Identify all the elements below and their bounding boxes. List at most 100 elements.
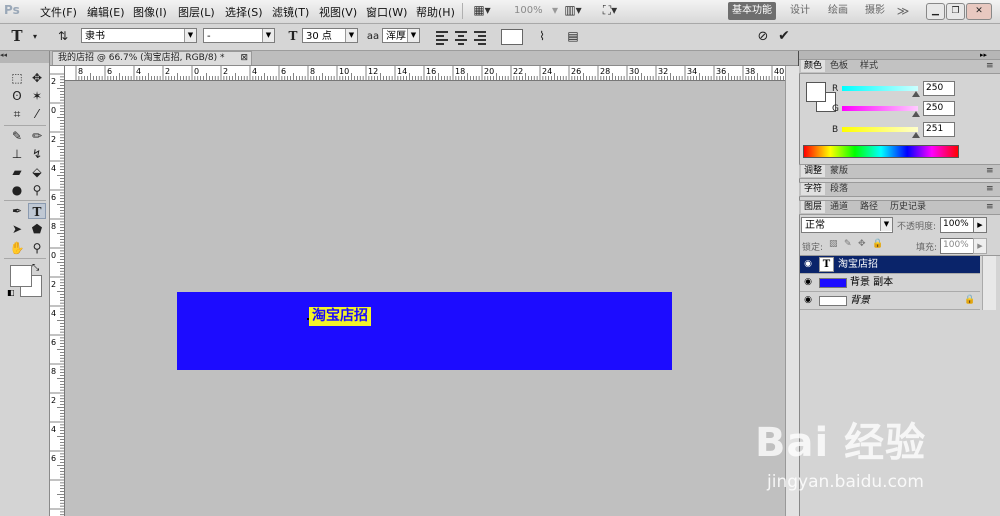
tab-adjustments[interactable]: 调整 (801, 165, 826, 177)
marquee-tool-icon[interactable]: ⬚ (8, 70, 26, 86)
panel-menu-icon[interactable]: ≡ (983, 60, 997, 72)
lasso-tool-icon[interactable]: ʘ (8, 88, 26, 104)
workspace-more-button[interactable]: ≫ (893, 2, 913, 20)
eyedropper-tool-icon[interactable]: ⁄ (28, 106, 46, 122)
zoom-level[interactable]: 100% (514, 5, 543, 16)
close-icon[interactable]: ✕ (966, 3, 992, 20)
layer-row-background-copy[interactable]: ◉ 背景 副本 (800, 274, 980, 292)
workspace-basic-button[interactable]: 基本功能 (728, 2, 776, 20)
green-slider-thumb[interactable] (912, 111, 920, 117)
lock-position-icon[interactable]: ✥ (858, 239, 866, 249)
tab-paragraph[interactable]: 段落 (827, 183, 851, 195)
panel-menu-icon[interactable]: ≡ (983, 165, 997, 177)
menu-edit[interactable]: 编辑(E) (87, 4, 125, 20)
zoom-tool-icon[interactable]: ⚲ (28, 240, 46, 256)
clone-stamp-tool-icon[interactable]: ⊥ (8, 146, 26, 162)
opacity-dropdown-icon[interactable]: ▶ (973, 217, 987, 233)
commit-edit-icon[interactable]: ✔ (775, 28, 793, 45)
panel-expand-icon[interactable]: ▸▸ (980, 51, 987, 59)
type-tool-icon[interactable]: T (28, 203, 46, 219)
font-size-select[interactable]: 30 点 ▼ (302, 28, 358, 43)
tab-channels[interactable]: 通道 (827, 201, 851, 213)
cancel-edit-icon[interactable]: ⊘ (754, 28, 772, 45)
panel-menu-icon[interactable]: ≡ (983, 201, 997, 213)
green-value-field[interactable]: 250 (923, 101, 955, 116)
lock-all-icon[interactable]: 🔒 (872, 239, 883, 249)
tab-character[interactable]: 字符 (801, 183, 826, 195)
brush-tool-icon[interactable]: ✏ (28, 128, 46, 144)
eye-icon[interactable]: ◉ (802, 295, 814, 305)
toolbox-collapse-icon[interactable]: ◂◂ (0, 51, 49, 63)
character-panel-toggle-icon[interactable]: ▤ (564, 28, 582, 45)
default-colors-icon[interactable]: ◧ (7, 288, 15, 297)
foreground-color-swatch[interactable] (10, 265, 32, 287)
screen-mode-full-icon[interactable]: ⛶▾ (600, 3, 620, 19)
blue-value-field[interactable]: 251 (923, 122, 955, 137)
menu-select[interactable]: 选择(S) (225, 4, 263, 20)
dodge-tool-icon[interactable]: ⚲ (28, 182, 46, 198)
eye-icon[interactable]: ◉ (802, 277, 814, 287)
blend-mode-select[interactable]: 正常 ▼ (801, 217, 893, 233)
banner-layer[interactable] (177, 292, 672, 370)
swap-colors-icon[interactable]: ⤡ (32, 263, 39, 273)
font-family-select[interactable]: 隶书 ▼ (81, 28, 197, 43)
layers-scrollbar[interactable] (982, 256, 996, 310)
tool-preset-dropdown-icon[interactable]: ▾ (26, 28, 44, 45)
tab-history[interactable]: 历史记录 (887, 201, 929, 213)
align-left-icon[interactable] (434, 29, 450, 45)
toggle-text-orientation-icon[interactable]: ⇅ (54, 28, 72, 45)
hand-tool-icon[interactable]: ✋ (8, 240, 26, 256)
banner-text[interactable]: 淘宝店招 (309, 307, 371, 326)
green-slider[interactable] (842, 106, 918, 111)
menu-filter[interactable]: 滤镜(T) (272, 4, 309, 20)
lock-image-icon[interactable]: ✎ (844, 239, 852, 249)
font-style-select[interactable]: - ▼ (203, 28, 275, 43)
minimize-icon[interactable]: ▁ (926, 3, 945, 20)
zoom-dropdown-icon[interactable]: ▾ (545, 3, 565, 19)
document-tab[interactable]: 我的店招 @ 66.7% (淘宝店招, RGB/8) * ⊠ (52, 51, 252, 65)
tab-layers[interactable]: 图层 (801, 201, 826, 213)
workspace-painting-button[interactable]: 绘画 (820, 2, 856, 20)
red-slider[interactable] (842, 86, 918, 91)
screen-mode-icon[interactable]: ▦▾ (472, 3, 492, 19)
close-tab-icon[interactable]: ⊠ (240, 52, 248, 65)
workspace-photography-button[interactable]: 摄影 (860, 2, 890, 20)
opacity-field[interactable]: 100% (940, 217, 974, 233)
tab-styles[interactable]: 样式 (857, 60, 881, 72)
fill-dropdown-icon[interactable]: ▶ (973, 238, 987, 254)
restore-icon[interactable]: ❐ (946, 3, 965, 20)
layer-row-text[interactable]: ◉ T 淘宝店招 (800, 256, 980, 274)
blue-slider-thumb[interactable] (912, 132, 920, 138)
menu-layer[interactable]: 图层(L) (178, 4, 215, 20)
healing-brush-tool-icon[interactable]: ✎ (8, 128, 26, 144)
color-spectrum-bar[interactable] (803, 145, 959, 158)
text-tool-preset-icon[interactable]: T (8, 28, 26, 45)
shape-tool-icon[interactable]: ⬟ (28, 221, 46, 237)
arrange-documents-icon[interactable]: ▥▾ (563, 3, 583, 19)
align-right-icon[interactable] (472, 29, 488, 45)
fill-field[interactable]: 100% (940, 238, 974, 254)
menu-view[interactable]: 视图(V) (319, 4, 357, 20)
layer-row-background[interactable]: ◉ 背景 🔒 (800, 292, 980, 310)
text-color-swatch[interactable] (501, 29, 523, 45)
workspace-design-button[interactable]: 设计 (785, 2, 815, 20)
menu-window[interactable]: 窗口(W) (366, 4, 407, 20)
path-selection-tool-icon[interactable]: ➤ (8, 221, 26, 237)
magic-wand-tool-icon[interactable]: ✶ (28, 88, 46, 104)
move-tool-icon[interactable]: ✥ (28, 70, 46, 86)
lock-transparent-icon[interactable]: ▧ (829, 239, 838, 249)
menu-file[interactable]: 文件(F) (40, 4, 77, 20)
blue-slider[interactable] (842, 127, 918, 132)
menu-image[interactable]: 图像(I) (133, 4, 167, 20)
tab-masks[interactable]: 蒙版 (827, 165, 851, 177)
eye-icon[interactable]: ◉ (802, 259, 814, 269)
red-slider-thumb[interactable] (912, 91, 920, 97)
eraser-tool-icon[interactable]: ▰ (8, 164, 26, 180)
paint-bucket-tool-icon[interactable]: ⬙ (28, 164, 46, 180)
antialias-select[interactable]: 浑厚 ▼ (382, 28, 420, 43)
tab-swatches[interactable]: 色板 (827, 60, 851, 72)
history-brush-tool-icon[interactable]: ↯ (28, 146, 46, 162)
menu-help[interactable]: 帮助(H) (416, 4, 455, 20)
tab-color[interactable]: 颜色 (801, 60, 826, 72)
tab-paths[interactable]: 路径 (857, 201, 881, 213)
